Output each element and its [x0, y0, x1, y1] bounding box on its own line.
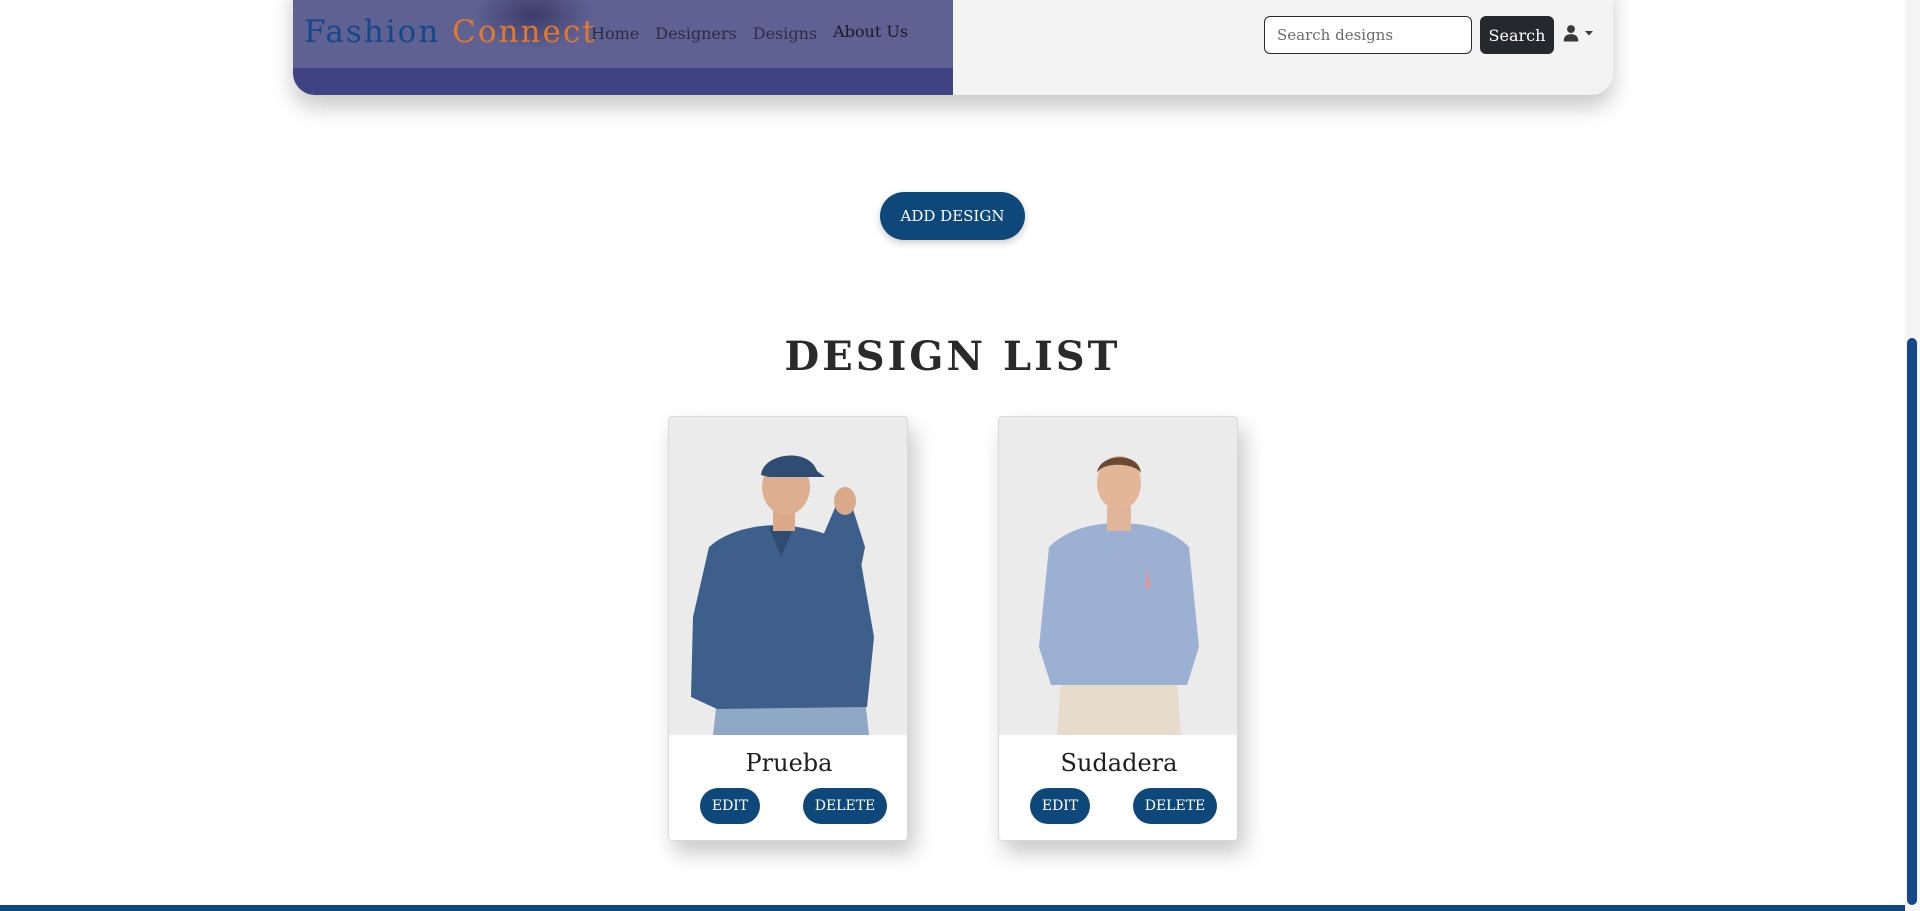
edit-button[interactable]: EDIT	[700, 788, 760, 824]
design-photo-illustration	[999, 417, 1237, 735]
brand-word-2: Connect	[452, 14, 597, 50]
search-button[interactable]: Search	[1480, 16, 1554, 54]
design-name: Sudadera	[1060, 749, 1178, 777]
user-menu-toggle[interactable]	[1562, 24, 1594, 42]
nav-designs[interactable]: Designs	[753, 24, 817, 43]
design-image	[669, 417, 907, 735]
design-name: Prueba	[745, 749, 833, 777]
nav-home[interactable]: Home	[591, 24, 639, 43]
user-icon	[1563, 25, 1579, 42]
footer-bar	[0, 905, 1905, 911]
design-photo-illustration	[669, 417, 907, 735]
design-list-title: DESIGN LIST	[784, 333, 1121, 380]
search-input[interactable]	[1264, 16, 1472, 54]
design-card: Sudadera EDIT DELETE	[998, 416, 1238, 841]
design-image	[999, 417, 1237, 735]
nav-designers[interactable]: Designers	[655, 24, 737, 43]
caret-down-icon	[1585, 31, 1593, 36]
scrollbar-thumb[interactable]	[1907, 338, 1917, 905]
add-design-button[interactable]: ADD DESIGN	[880, 192, 1025, 240]
delete-button[interactable]: DELETE	[1133, 788, 1217, 824]
main-nav: Home Designers Designs About Us	[591, 22, 908, 43]
delete-button[interactable]: DELETE	[803, 788, 887, 824]
nav-about-us[interactable]: About Us	[833, 22, 908, 41]
design-card: Prueba EDIT DELETE	[668, 416, 908, 841]
edit-button[interactable]: EDIT	[1030, 788, 1090, 824]
brand-word-1: Fashion	[304, 14, 441, 50]
brand-logo[interactable]: Fashion Connect	[304, 14, 597, 50]
